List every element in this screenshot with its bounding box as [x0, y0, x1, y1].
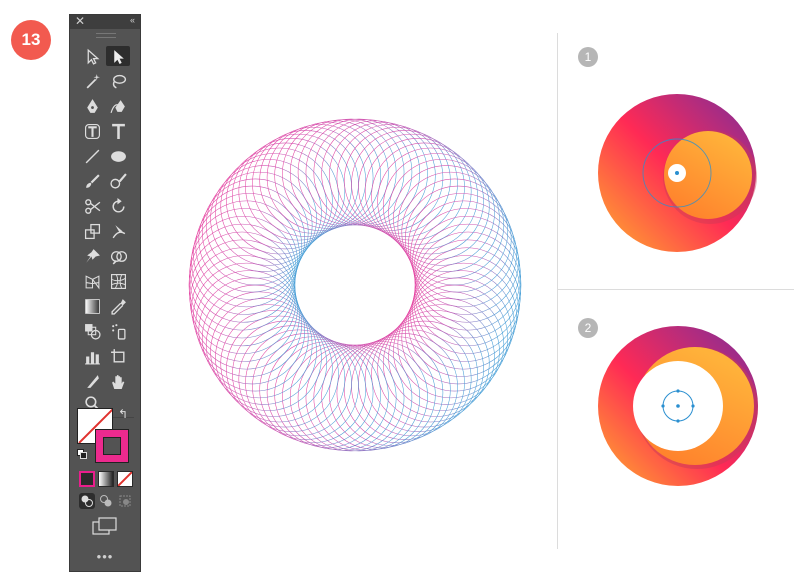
- wire-loop: [351, 333, 458, 440]
- direct-selection-tool-icon[interactable]: [106, 46, 130, 66]
- symbol-sprayer-tool-icon[interactable]: [106, 321, 130, 341]
- gradient-tool-icon[interactable]: [80, 296, 104, 316]
- lasso-tool-icon[interactable]: [106, 71, 130, 91]
- wire-loop: [195, 270, 303, 377]
- scale-tool-icon[interactable]: [80, 221, 104, 241]
- panel-header: ✕ ‹‹: [70, 14, 140, 29]
- step-number-badge: 13: [11, 20, 51, 60]
- none-mode-button[interactable]: [117, 471, 133, 487]
- spirograph-ring-artwork[interactable]: [182, 110, 532, 460]
- draw-normal-button[interactable]: [79, 493, 95, 509]
- step-2-badge: 2: [578, 318, 598, 338]
- stroke-color-swatch[interactable]: [95, 429, 129, 463]
- close-icon[interactable]: ✕: [75, 14, 85, 28]
- color-mode-button[interactable]: [79, 471, 95, 487]
- row-divider: [558, 289, 794, 290]
- default-fill-stroke-icon[interactable]: [77, 449, 87, 459]
- rotate-tool-icon[interactable]: [106, 196, 130, 216]
- scissors-tool-icon[interactable]: [80, 196, 104, 216]
- wire-loop: [371, 320, 478, 428]
- touch-type-tool-icon[interactable]: [80, 121, 104, 141]
- draw-behind-button[interactable]: [98, 493, 114, 509]
- wire-loop: [195, 193, 303, 300]
- perspective-grid-tool-icon[interactable]: [80, 271, 104, 291]
- step-2-gradient-preview[interactable]: [596, 326, 760, 486]
- wire-loop: [252, 333, 359, 440]
- paintbrush-tool-icon[interactable]: [80, 171, 104, 191]
- artboard-tool-icon[interactable]: [106, 346, 130, 366]
- shape-builder-tool-icon[interactable]: [106, 246, 130, 266]
- curvature-tool-icon[interactable]: [106, 96, 130, 116]
- wire-loop: [371, 142, 478, 250]
- stroke-swatch-hole: [103, 437, 121, 455]
- mesh-tool-icon[interactable]: [106, 271, 130, 291]
- wire-loop: [232, 142, 339, 250]
- wire-loop: [252, 130, 359, 237]
- tools-panel: ✕ ‹‹ ↰ •••: [69, 14, 141, 572]
- wire-loop: [351, 130, 458, 237]
- ellipse-tool-icon[interactable]: [106, 146, 130, 166]
- step-1-gradient-preview[interactable]: [595, 93, 759, 253]
- selection-tool-icon[interactable]: [80, 46, 104, 66]
- wire-loop: [232, 320, 339, 428]
- step-1-badge: 1: [578, 47, 598, 67]
- type-tool-icon[interactable]: [106, 121, 130, 141]
- swap-fill-stroke-icon[interactable]: ↰: [118, 407, 128, 421]
- warp-tool-icon[interactable]: [106, 221, 130, 241]
- wire-loop: [407, 270, 515, 377]
- gradient-mode-button[interactable]: [98, 471, 114, 487]
- column-graph-tool-icon[interactable]: [80, 346, 104, 366]
- draw-inside-button[interactable]: [117, 493, 133, 509]
- slice-tool-icon[interactable]: [80, 371, 104, 391]
- collapse-icon[interactable]: ‹‹: [130, 15, 135, 25]
- panel-grip-handle[interactable]: [96, 33, 116, 38]
- edit-toolbar-more-icon[interactable]: •••: [70, 549, 140, 564]
- line-segment-tool-icon[interactable]: [80, 146, 104, 166]
- column-divider: [557, 33, 558, 549]
- blend-tool-icon[interactable]: [80, 321, 104, 341]
- eyedropper-tool-icon[interactable]: [106, 296, 130, 316]
- screen-mode-icon[interactable]: [92, 517, 118, 535]
- wire-loop: [407, 193, 515, 300]
- hand-tool-icon[interactable]: [106, 371, 130, 391]
- pen-tool-icon[interactable]: [80, 96, 104, 116]
- magic-wand-tool-icon[interactable]: [80, 71, 104, 91]
- shaper-tool-icon[interactable]: [106, 171, 130, 191]
- pin-tool-icon[interactable]: [80, 246, 104, 266]
